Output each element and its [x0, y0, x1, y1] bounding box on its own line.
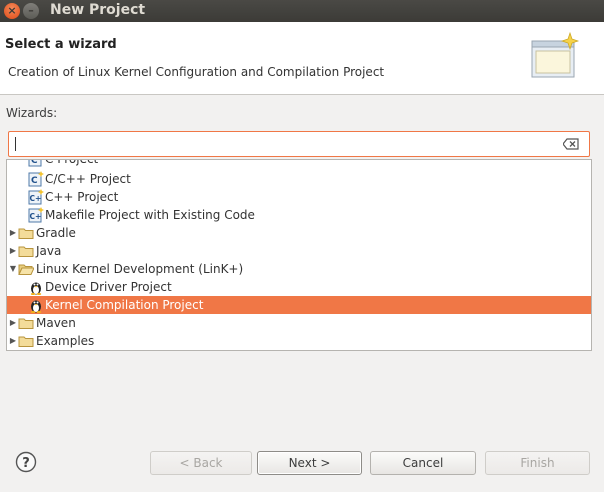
wizards-label: Wizards:: [6, 106, 58, 120]
expand-arrow-icon[interactable]: ▶: [9, 224, 17, 242]
header-description: Creation of Linux Kernel Configuration a…: [8, 65, 385, 79]
cpp-project-icon: C+: [28, 189, 44, 205]
next-button[interactable]: Next >: [257, 451, 362, 475]
help-icon[interactable]: ?: [15, 451, 37, 473]
header-title: Select a wizard: [5, 37, 117, 52]
tree-item-examples[interactable]: ▶ Examples: [7, 332, 591, 350]
svg-text:C: C: [31, 159, 38, 166]
tree-item-maven[interactable]: ▶ Maven: [7, 314, 591, 332]
close-window-button[interactable]: ×: [4, 3, 20, 19]
window-title: New Project: [50, 2, 146, 18]
tree-item-java[interactable]: ▶ Java: [7, 242, 591, 260]
tree-item-c-cpp-project[interactable]: C C/C++ Project: [7, 170, 591, 188]
new-wizard-banner-icon: [531, 31, 580, 78]
collapse-arrow-icon[interactable]: ▼: [9, 260, 17, 278]
minimize-window-button[interactable]: –: [23, 3, 39, 19]
svg-text:?: ?: [22, 456, 30, 471]
folder-icon: [18, 336, 34, 347]
wizard-filter-input[interactable]: [8, 131, 590, 157]
tree-item-linux-kernel-development[interactable]: ▼ Linux Kernel Development (LinK+): [7, 260, 591, 278]
svg-text:C+: C+: [30, 194, 42, 203]
svg-text:C+: C+: [30, 212, 42, 221]
clear-filter-icon[interactable]: [563, 138, 579, 150]
text-caret: [15, 137, 16, 151]
folder-icon: [18, 318, 34, 329]
folder-icon: [18, 246, 34, 257]
c-project-icon: C: [28, 159, 42, 167]
tux-icon: [30, 300, 42, 313]
tree-item-gradle[interactable]: ▶ Gradle: [7, 224, 591, 242]
tux-icon: [30, 282, 42, 295]
expand-arrow-icon[interactable]: ▶: [9, 332, 17, 350]
c-project-icon: C: [28, 171, 44, 187]
cancel-button[interactable]: Cancel: [370, 451, 476, 475]
wizard-header: Select a wizard Creation of Linux Kernel…: [0, 22, 604, 95]
tree-item-makefile-project[interactable]: C+ Makefile Project with Existing Code: [7, 206, 591, 224]
tree-item-cpp-project[interactable]: C+ C++ Project: [7, 188, 591, 206]
finish-button[interactable]: Finish: [485, 451, 590, 475]
tree-item-device-driver-project[interactable]: Device Driver Project: [7, 278, 591, 296]
folder-open-icon: [18, 264, 34, 275]
wizard-tree[interactable]: C C Project C C/C++ Project C+ C++ Proje…: [6, 159, 592, 351]
tree-item-kernel-compilation-project[interactable]: Kernel Compilation Project: [7, 296, 591, 314]
folder-icon: [18, 228, 34, 239]
title-bar: × – New Project: [0, 0, 604, 22]
svg-text:C: C: [31, 176, 38, 186]
expand-arrow-icon[interactable]: ▶: [9, 314, 17, 332]
tree-item-c-project[interactable]: C C Project: [7, 159, 591, 168]
expand-arrow-icon[interactable]: ▶: [9, 242, 17, 260]
cpp-project-icon: C+: [28, 207, 44, 223]
back-button[interactable]: < Back: [150, 451, 252, 475]
